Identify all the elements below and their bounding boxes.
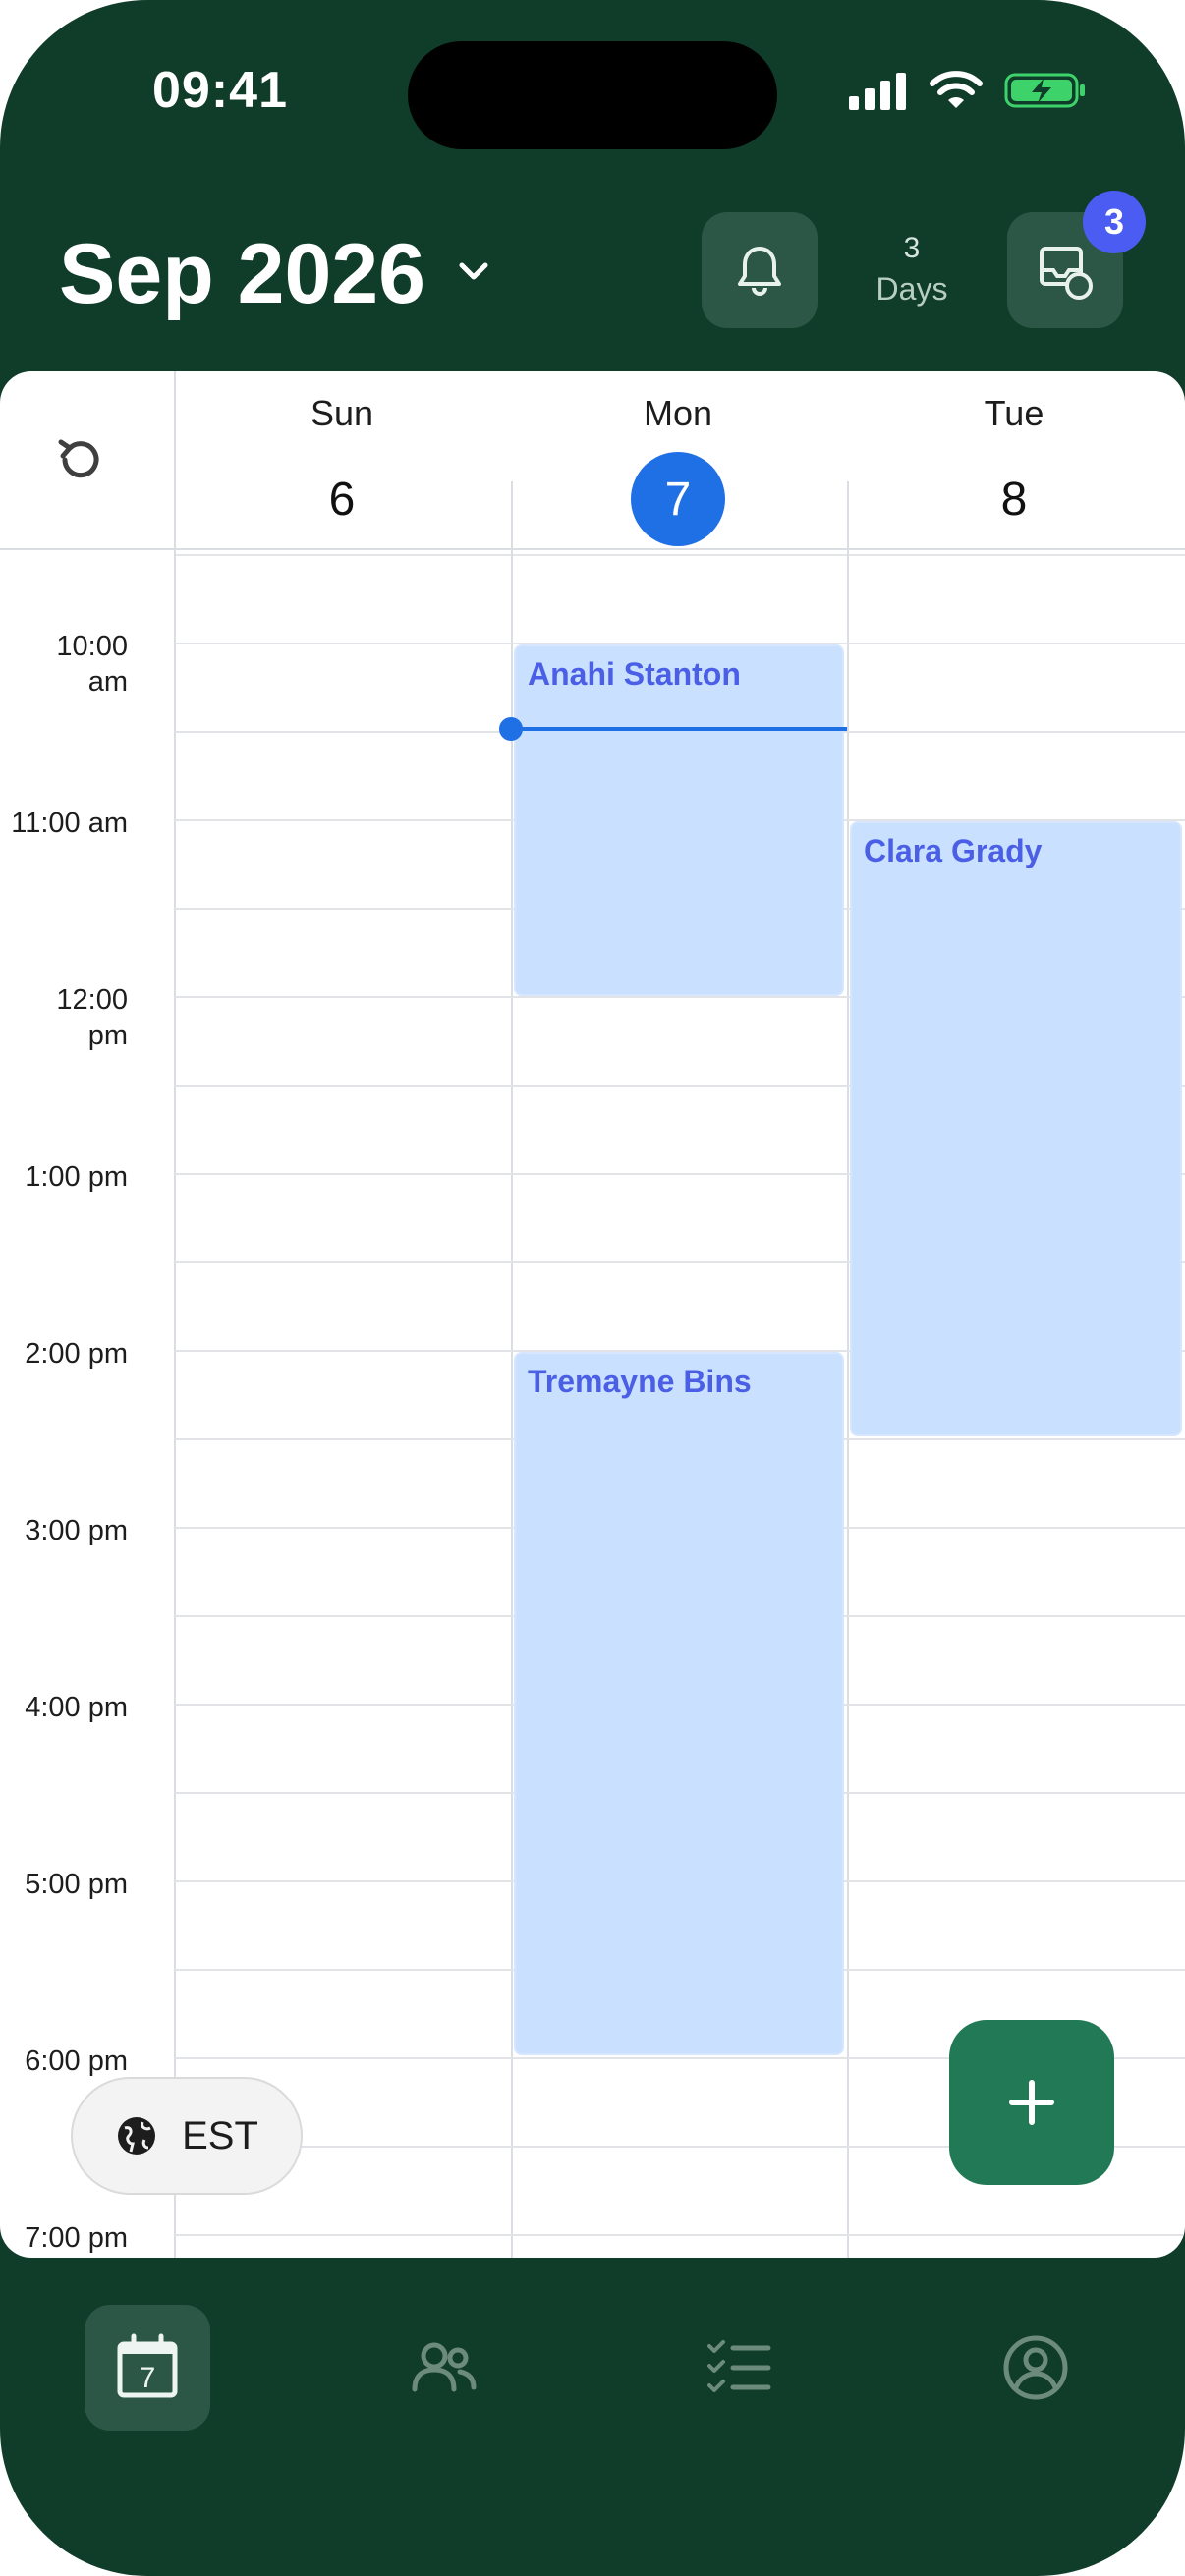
status-icons: [849, 71, 1087, 110]
nav-calendar[interactable]: 7: [85, 2305, 210, 2431]
time-label-text: 11:00 am: [11, 808, 128, 839]
time-label-text: am: [87, 666, 128, 698]
timezone-selector[interactable]: EST: [71, 2077, 303, 2195]
day-name: Sun: [310, 393, 374, 433]
timezone-label: EST: [182, 2113, 258, 2157]
time-label-text: 12:00: [56, 984, 128, 1016]
event-card[interactable]: Clara Grady: [850, 821, 1182, 1436]
battery-charging-icon: [1004, 73, 1085, 108]
people-icon: [412, 2342, 477, 2392]
time-label: 4:00 pm: [0, 1690, 128, 1725]
calendar-icon: 7: [117, 2333, 178, 2398]
refresh-icon: [58, 439, 99, 478]
bottom-navigation: 7: [0, 2258, 1185, 2576]
days-view-toggle[interactable]: 3 Days: [855, 232, 969, 308]
month-title[interactable]: Sep 2026: [59, 226, 425, 323]
time-label: 10:00 am: [0, 629, 128, 700]
column-divider: [511, 481, 513, 2258]
time-label: 3:00 pm: [0, 1513, 128, 1548]
time-label-text: 5:00 pm: [25, 1869, 128, 1900]
time-label: 5:00 pm: [0, 1867, 128, 1902]
time-label-text: 4:00 pm: [25, 1692, 128, 1723]
day-name: Mon: [643, 393, 713, 433]
calendar-view: Sun 6 Mon 7 Tue 8 10:00 am 11:00 am 12:0…: [0, 371, 1185, 2258]
event-title: Anahi Stanton: [528, 656, 741, 692]
day-column-tue[interactable]: Tue 8: [847, 393, 1181, 546]
time-label: 2:00 pm: [0, 1336, 128, 1372]
event-title: Tremayne Bins: [528, 1364, 752, 1399]
column-divider: [847, 481, 849, 2258]
globe-icon: [118, 2117, 156, 2155]
app-screen: 09:41 Sep 2026 3 Days 3 Sun 6 Mon 7 Tue …: [0, 0, 1185, 2576]
dynamic-island: [408, 41, 777, 149]
event-card[interactable]: Anahi Stanton: [514, 644, 844, 996]
time-label-text: 6:00 pm: [25, 2045, 128, 2077]
day-number: 6: [328, 473, 356, 526]
hour-line: [175, 2234, 1185, 2236]
add-event-button[interactable]: [949, 2020, 1114, 2185]
day-number-today: 7: [631, 452, 725, 546]
day-number: 8: [1000, 473, 1028, 526]
column-divider: [174, 371, 176, 2258]
day-column-sun[interactable]: Sun 6: [175, 393, 509, 546]
current-time-dot: [499, 717, 523, 741]
day-column-mon[interactable]: Mon 7: [511, 393, 845, 546]
time-label-text: 2:00 pm: [25, 1338, 128, 1370]
nav-people[interactable]: [381, 2305, 507, 2431]
day-name: Tue: [984, 393, 1044, 433]
bell-icon: [738, 247, 781, 296]
time-label-text: pm: [87, 1020, 128, 1051]
days-label: Days: [875, 271, 948, 307]
time-label: 1:00 pm: [0, 1159, 128, 1195]
nav-profile[interactable]: [973, 2305, 1099, 2431]
status-time: 09:41: [152, 62, 288, 119]
profile-icon: [1003, 2335, 1068, 2400]
time-label-text: 3:00 pm: [25, 1515, 128, 1546]
refresh-button[interactable]: [51, 430, 110, 489]
calendar-day-header: Sun 6 Mon 7 Tue 8: [0, 371, 1185, 554]
notifications-button[interactable]: [702, 212, 818, 328]
plus-icon: [1009, 2080, 1054, 2125]
time-grid: 10:00 am 11:00 am 12:00 pm 1:00 pm 2:00 …: [0, 371, 1185, 2258]
time-label: 6:00 pm: [0, 2044, 128, 2079]
time-label-text: 7:00 pm: [25, 2222, 128, 2254]
tasks-icon: [707, 2340, 771, 2392]
inbox-icon: [1040, 247, 1093, 300]
time-label: 7:00 pm: [0, 2220, 128, 2256]
time-label-text: 10:00: [56, 631, 128, 662]
cellular-signal-icon: [849, 73, 906, 110]
inbox-count-badge: 3: [1083, 191, 1146, 253]
days-count: 3: [903, 232, 921, 264]
calendar-icon-day: 7: [140, 2362, 156, 2394]
current-time-line: [511, 727, 847, 731]
chevron-down-icon[interactable]: [454, 257, 493, 287]
event-title: Clara Grady: [864, 833, 1043, 868]
time-label: 12:00 pm: [0, 982, 128, 1053]
wifi-icon: [930, 71, 983, 108]
header-divider: [0, 548, 1185, 550]
nav-tasks[interactable]: [676, 2305, 802, 2431]
time-label: 11:00 am: [0, 806, 128, 841]
time-label-text: 1:00 pm: [25, 1161, 128, 1193]
event-card[interactable]: Tremayne Bins: [514, 1352, 844, 2055]
